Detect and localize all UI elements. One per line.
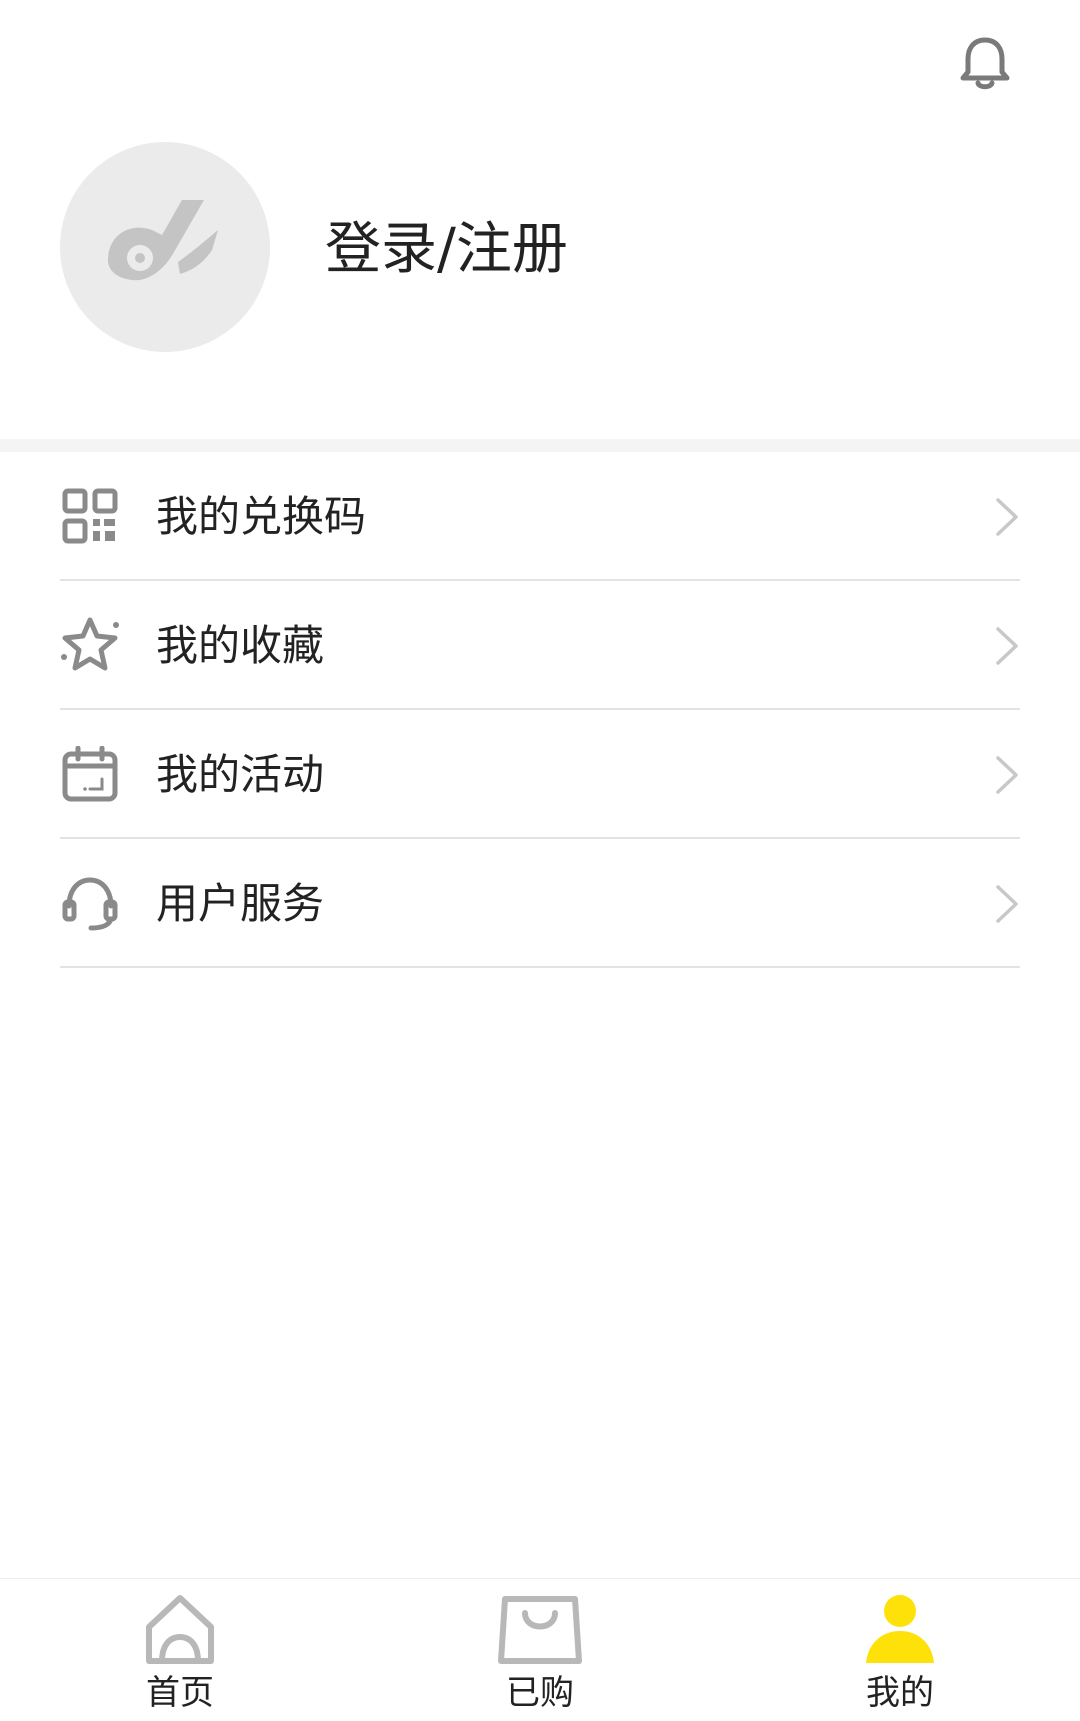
divider [60,966,1020,968]
calendar-icon [60,744,120,804]
user-icon [855,1589,945,1669]
chevron-right-icon [994,625,1020,667]
bottom-tab-bar: 首页 已购 我的 [0,1578,1080,1721]
home-icon [135,1589,225,1669]
menu-item-activities[interactable]: 我的活动 [60,710,1020,839]
qr-code-icon [60,486,120,546]
chevron-right-icon [994,754,1020,796]
tab-mine[interactable]: 我的 [800,1579,1000,1721]
section-divider [0,439,1080,452]
menu-item-label: 我的收藏 [156,621,325,670]
menu-item-label: 我的活动 [156,750,325,799]
menu-item-label: 用户服务 [156,879,325,928]
menu-item-favorites[interactable]: 我的收藏 [60,581,1020,710]
tab-home[interactable]: 首页 [80,1579,280,1721]
tab-label: 我的 [866,1673,934,1713]
menu-item-redeem-code[interactable]: 我的兑换码 [60,452,1020,581]
login-register-link[interactable]: 登录/注册 [325,210,568,290]
star-icon [60,615,120,675]
tab-label: 首页 [146,1673,214,1713]
menu-item-label: 我的兑换码 [156,492,367,541]
chevron-right-icon [994,883,1020,925]
app-logo-icon [100,190,230,304]
tab-label: 已购 [506,1673,574,1713]
avatar[interactable] [60,142,270,352]
tab-purchased[interactable]: 已购 [440,1579,640,1721]
chevron-right-icon [994,496,1020,538]
shopping-bag-icon [495,1589,585,1669]
headset-icon [60,873,120,933]
menu-item-user-service[interactable]: 用户服务 [60,839,1020,968]
profile-header: 登录/注册 [0,0,1080,440]
